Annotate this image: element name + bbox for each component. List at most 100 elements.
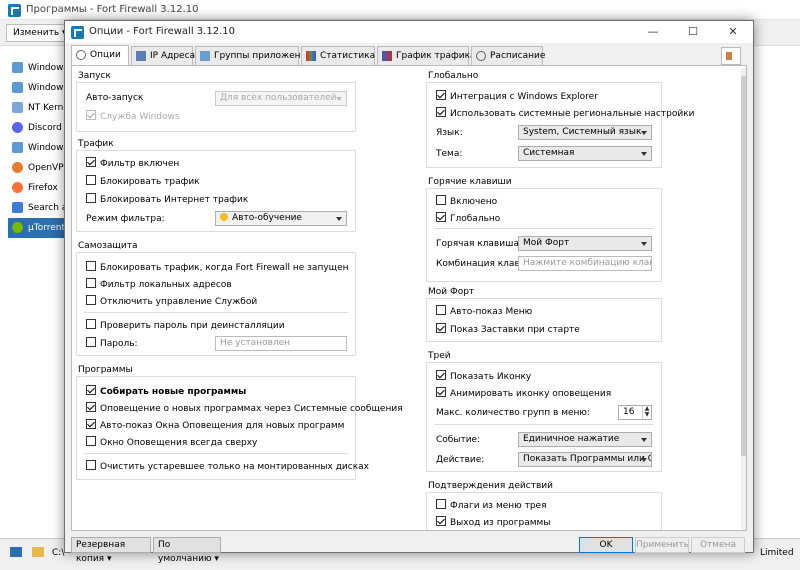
layout-menu-button[interactable] [721, 47, 741, 65]
utorrent-icon [12, 222, 23, 233]
autorun-label: Авто-запуск [86, 93, 144, 103]
show-splash-checkbox[interactable]: Показ Заставки при старте [436, 323, 580, 337]
list-item-label: Search app [28, 203, 68, 213]
checkbox-icon [86, 261, 96, 271]
check-password-checkbox[interactable]: Проверить пароль при деинсталляции [86, 319, 285, 333]
checkbox-icon [86, 295, 96, 305]
password-field[interactable]: Не установлен [215, 336, 347, 351]
cancel-button[interactable]: Отмена [691, 537, 745, 553]
global-header: Глобально [428, 71, 479, 81]
use-regional-checkbox[interactable]: Использовать системные региональные наст… [436, 107, 694, 121]
collect-new-checkbox[interactable]: Собирать новые программы [86, 385, 246, 399]
checkbox-icon [86, 402, 96, 412]
myfort-header: Мой Форт [428, 287, 475, 297]
chevron-down-icon [641, 152, 647, 156]
theme-combo[interactable]: Системная [518, 146, 652, 161]
event-label: Событие: [436, 435, 481, 445]
dialog-titlebar: Опции - Fort Firewall 3.12.10 — ☐ ✕ [65, 21, 753, 43]
alert-on-top-label: Окно Оповещения всегда сверху [100, 438, 258, 448]
list-item-label: Windows [28, 143, 68, 153]
explorer-integration-checkbox[interactable]: Интеграция с Windows Explorer [436, 90, 598, 104]
checkbox-icon [436, 387, 446, 397]
ok-button[interactable]: OK [579, 537, 633, 553]
list-item[interactable]: Windows [8, 58, 68, 78]
tab-label: Группы приложений [214, 51, 313, 61]
tab-traffic-graph[interactable]: График трафика [377, 46, 476, 65]
hotkey-combo[interactable]: Мой Форт [518, 236, 652, 251]
apply-button[interactable]: Применить [635, 537, 689, 553]
action-combo[interactable]: Показать Программы или Окно [518, 452, 652, 467]
divider [84, 453, 348, 454]
list-item[interactable]: Windows [8, 78, 68, 98]
block-when-not-running-checkbox[interactable]: Блокировать трафик, когда Fort Firewall … [86, 261, 349, 275]
purge-mounted-checkbox[interactable]: Очистить устаревшее только на монтирован… [86, 460, 369, 474]
max-groups-value: 16 [623, 407, 635, 417]
disable-service-control-checkbox[interactable]: Отключить управление Службой [86, 295, 257, 309]
fort-app-icon [71, 26, 84, 39]
list-item[interactable]: NT Kernel [8, 98, 68, 118]
language-combo[interactable]: System, Системный язык [518, 125, 652, 140]
service-checkbox[interactable]: Служба Windows [86, 110, 180, 124]
chevron-down-icon [641, 438, 647, 442]
close-button[interactable]: ✕ [713, 21, 753, 43]
list-item[interactable]: Search app [8, 198, 68, 218]
tab-schedule[interactable]: Расписание [471, 46, 546, 65]
password-placeholder: Не установлен [220, 338, 291, 348]
checkbox-icon [436, 107, 446, 117]
tray-flags-checkbox[interactable]: Флаги из меню трея [436, 499, 547, 513]
list-item[interactable]: Firefox [8, 178, 68, 198]
chevron-down-icon [641, 131, 647, 135]
list-item[interactable]: Windows [8, 138, 68, 158]
purge-mounted-label: Очистить устаревшее только на монтирован… [100, 462, 369, 472]
autorun-value: Для всех пользователей [220, 93, 337, 103]
exit-program-checkbox[interactable]: Выход из программы [436, 516, 550, 530]
checkbox-icon [86, 460, 96, 470]
chevron-down-icon [336, 97, 342, 101]
tab-statistics[interactable]: Статистика [301, 46, 375, 65]
vertical-scrollbar[interactable] [741, 68, 746, 530]
list-item-label: NT Kernel [28, 103, 68, 113]
key-combo-field[interactable]: Нажмите комбинацию клавиш [518, 256, 652, 271]
show-icon-checkbox[interactable]: Показать Иконку [436, 370, 531, 384]
backup-button[interactable]: Резервная копия ▾ [71, 537, 151, 564]
filter-mode-value: Авто-обучение [232, 213, 302, 223]
app-icon [12, 202, 23, 213]
list-item[interactable]: μTorrent [8, 218, 68, 238]
protection-header: Самозащита [78, 241, 138, 251]
notify-new-checkbox[interactable]: Оповещение о новых программах через Сист… [86, 402, 403, 416]
tab-label: Расписание [490, 51, 546, 61]
list-item[interactable]: Discord [8, 118, 68, 138]
chevron-down-icon [641, 458, 647, 462]
event-combo[interactable]: Единичное нажатие [518, 432, 652, 447]
autorun-combo[interactable]: Для всех пользователей [215, 91, 347, 106]
tab-ip-addresses[interactable]: IP Адреса [131, 46, 195, 65]
hotkeys-enabled-checkbox[interactable]: Включено [436, 195, 497, 209]
defaults-button[interactable]: По умолчанию ▾ [153, 537, 221, 564]
tab-app-groups[interactable]: Группы приложений [195, 46, 312, 65]
use-regional-label: Использовать системные региональные наст… [450, 109, 695, 119]
checkbox-icon [436, 195, 446, 205]
scrollbar-thumb[interactable] [741, 76, 746, 456]
theme-value: Системная [523, 148, 575, 158]
autoshow-menu-checkbox[interactable]: Авто-показ Меню [436, 305, 532, 319]
checkbox-icon [86, 175, 96, 185]
divider [434, 424, 654, 425]
hotkeys-global-checkbox[interactable]: Глобально [436, 212, 500, 226]
maximize-button[interactable]: ☐ [673, 21, 713, 43]
animate-icon-checkbox[interactable]: Анимировать иконку оповещения [436, 387, 611, 401]
filter-local-checkbox[interactable]: Фильтр локальных адресов [86, 278, 232, 292]
stepper-arrows-icon[interactable]: ▲ ▼ [642, 406, 651, 419]
block-internet-checkbox[interactable]: Блокировать Интернет трафик [86, 193, 248, 207]
tab-options[interactable]: Опции [71, 45, 129, 66]
lightbulb-icon [220, 213, 228, 221]
autoshow-alert-checkbox[interactable]: Авто-показ Окна Оповещения для новых про… [86, 419, 344, 433]
block-traffic-checkbox[interactable]: Блокировать трафик [86, 175, 200, 189]
minimize-button[interactable]: — [633, 21, 673, 43]
filter-enabled-checkbox[interactable]: Фильтр включен [86, 157, 179, 171]
launch-header: Запуск [78, 71, 111, 81]
password-checkbox[interactable]: Пароль: [86, 337, 138, 351]
filter-mode-combo[interactable]: Авто-обучение [215, 211, 347, 226]
max-groups-stepper[interactable]: 16 ▲ ▼ [618, 405, 652, 420]
alert-on-top-checkbox[interactable]: Окно Оповещения всегда сверху [86, 436, 257, 450]
list-item[interactable]: OpenVPN [8, 158, 68, 178]
